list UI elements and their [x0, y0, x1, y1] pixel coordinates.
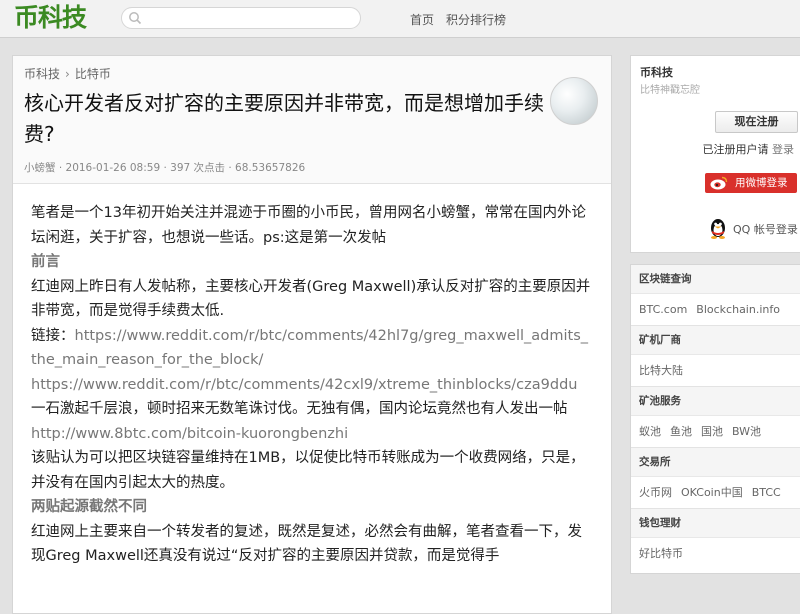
login-prompt: 已注册用户请 登录	[703, 141, 795, 157]
breadcrumb-node[interactable]: 比特币	[75, 67, 111, 81]
article-card: 币科技 › 比特币 核心开发者反对扩容的主要原因并非带宽，而是想增加手续费? 小螃蟹…	[12, 55, 612, 614]
article-title: 核心开发者反对扩容的主要原因并非带宽，而是想增加手续费?	[24, 91, 544, 146]
paragraph-1mb: 该贴认为可以把区块链容量维持在1MB，以促使比特币转账成为一个收费网络，只是，并…	[31, 450, 585, 491]
link-bitmain[interactable]: 比特大陆	[639, 364, 683, 377]
sidebar-login-card: 币科技 比特神戳忘腔 现在注册 已注册用户请 登录 用微博登录 QQ 帐号登录	[630, 55, 800, 253]
breadcrumb-separator-icon: ›	[65, 67, 70, 81]
author-avatar[interactable]	[550, 77, 598, 125]
reddit-link-1[interactable]: https://www.reddit.com/r/btc/comments/42…	[31, 328, 588, 369]
section-links: 蚁池 鱼池 国池 BW池	[631, 416, 800, 447]
nav-leaderboard[interactable]: 积分排行榜	[446, 11, 506, 28]
sidebar-links-card: 区块链查询 BTC.com Blockchain.info 矿机厂商 比特大陆 矿…	[630, 264, 800, 574]
link-btcc[interactable]: BTCC	[752, 486, 781, 499]
link-okcoin[interactable]: OKCoin中国	[681, 486, 743, 499]
section-links: BTC.com Blockchain.info	[631, 294, 800, 325]
section-miners: 矿机厂商 比特大陆	[631, 326, 800, 387]
sidebar-slogan: 比特神戳忘腔	[640, 85, 700, 96]
signup-button[interactable]: 现在注册	[715, 111, 798, 133]
qq-login-button[interactable]: QQ 帐号登录	[705, 216, 800, 240]
paragraph-reddit: 红迪网上昨日有人发帖称，主要核心开发者(Greg Maxwell)承认反对扩容的…	[31, 278, 591, 320]
links-label: 链接：	[31, 327, 75, 344]
section-links: 好比特币	[631, 538, 800, 569]
top-bar: 币科技 首页 积分排行榜	[0, 0, 800, 38]
section-title: 矿机厂商	[631, 326, 800, 355]
section-links: 火币网 OKCoin中国 BTCC	[631, 477, 800, 508]
article-header: 币科技 › 比特币 核心开发者反对扩容的主要原因并非带宽，而是想增加手续费? 小螃蟹…	[13, 56, 611, 184]
paragraph-reaction: 一石激起千层浪，顿时招来无数笔诛讨伐。无独有偶，国内论坛竟然也有人发出一帖	[31, 401, 568, 417]
section-block-explorer: 区块链查询 BTC.com Blockchain.info	[631, 265, 800, 326]
breadcrumb-home[interactable]: 币科技	[24, 67, 60, 81]
breadcrumb: 币科技 › 比特币	[24, 65, 111, 82]
top-nav: 首页 积分排行榜	[410, 0, 506, 38]
sidebar-site-name: 币科技	[640, 66, 673, 79]
login-link[interactable]: 登录	[772, 143, 794, 156]
qq-penguin-icon	[711, 219, 725, 239]
search-input[interactable]	[121, 7, 361, 29]
site-logo[interactable]: 币科技	[14, 3, 87, 33]
article-content: 笔者是一个13年初开始关注并混迹于币圈的小币民，曾用网名小螃蟹，常常在国内外论坛…	[13, 184, 611, 569]
section-links: 比特大陆	[631, 355, 800, 386]
article-meta: 小螃蟹 · 2016-01-26 08:59 · 397 次点击 · 68.53…	[24, 162, 306, 174]
8btc-link[interactable]: http://www.8btc.com/bitcoin-kuorongbenzh…	[31, 422, 593, 447]
weibo-login-label: 用微博登录	[735, 177, 788, 189]
paragraph-intro: 笔者是一个13年初开始关注并混迹于币圈的小币民，曾用网名小螃蟹，常常在国内外论坛…	[31, 205, 586, 246]
qq-login-label: QQ 帐号登录	[733, 223, 798, 236]
paragraph-origins: 红迪网上主要来自一个转发者的复述，既然是复述，必然会有曲解，笔者查看一下，发现G…	[31, 523, 582, 565]
link-bwpool[interactable]: BW池	[732, 425, 761, 438]
link-huobi[interactable]: 火币网	[639, 486, 672, 499]
section-heading-origins: 两贴起源截然不同	[31, 499, 147, 515]
weibo-icon	[710, 176, 728, 190]
section-title: 钱包理财	[631, 509, 800, 538]
search-icon	[129, 12, 142, 25]
nav-home[interactable]: 首页	[410, 11, 434, 28]
link-haobtc[interactable]: 好比特币	[639, 547, 683, 560]
search-field[interactable]	[146, 10, 351, 26]
section-pools: 矿池服务 蚁池 鱼池 国池 BW池	[631, 387, 800, 448]
section-heading-preface: 前言	[31, 254, 60, 270]
link-btc-com[interactable]: BTC.com	[639, 303, 687, 316]
section-title: 交易所	[631, 448, 800, 477]
section-title: 矿池服务	[631, 387, 800, 416]
weibo-login-button[interactable]: 用微博登录	[705, 173, 797, 193]
section-title: 区块链查询	[631, 265, 800, 294]
paragraph-links-label: 链接：https://www.reddit.com/r/btc/comments…	[31, 324, 593, 373]
section-exchanges: 交易所 火币网 OKCoin中国 BTCC	[631, 448, 800, 509]
section-wallets: 钱包理财 好比特币	[631, 509, 800, 569]
link-f2pool[interactable]: 鱼池	[670, 425, 692, 438]
registered-text: 已注册用户请	[702, 143, 769, 156]
link-blockchain-info[interactable]: Blockchain.info	[696, 303, 780, 316]
link-antpool[interactable]: 蚁池	[639, 425, 661, 438]
reddit-link-2[interactable]: https://www.reddit.com/r/btc/comments/42…	[31, 373, 593, 398]
link-guochi[interactable]: 国池	[701, 425, 723, 438]
